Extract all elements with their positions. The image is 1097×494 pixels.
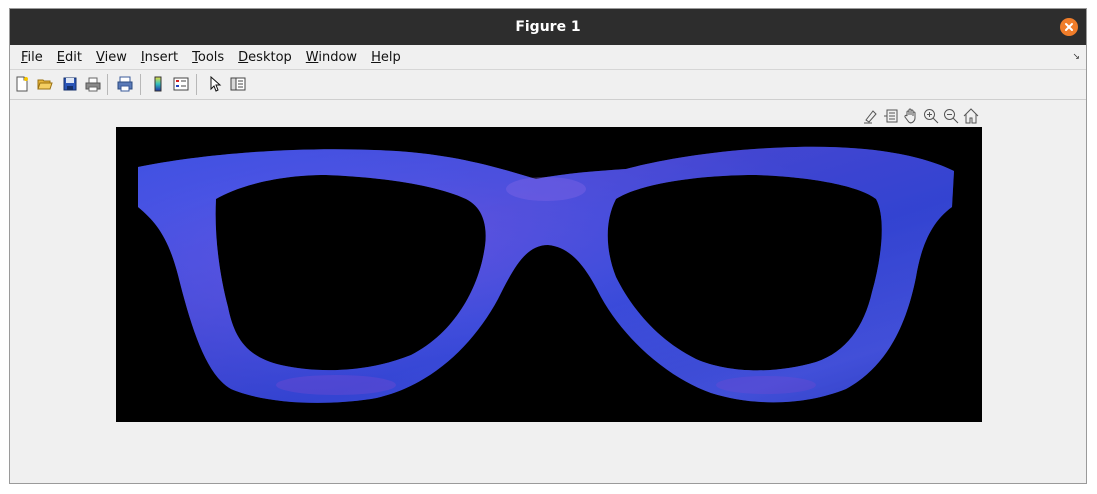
brush-icon[interactable]: [862, 107, 880, 125]
toolbar-separator: [140, 74, 141, 95]
window-title: Figure 1: [515, 19, 581, 35]
data-tips-icon[interactable]: [882, 107, 900, 125]
property-inspector-icon[interactable]: [229, 75, 247, 93]
menu-view[interactable]: View: [93, 50, 130, 65]
menu-edit[interactable]: Edit: [54, 50, 85, 65]
menu-help[interactable]: Help: [368, 50, 404, 65]
close-icon: [1065, 23, 1073, 31]
close-button[interactable]: [1060, 18, 1078, 36]
pointer-icon[interactable]: [206, 75, 224, 93]
menu-insert[interactable]: Insert: [138, 50, 181, 65]
dock-arrow-icon[interactable]: ↘: [1072, 52, 1080, 62]
print-icon[interactable]: [84, 75, 102, 93]
pan-icon[interactable]: [902, 107, 920, 125]
zoom-in-icon[interactable]: [922, 107, 940, 125]
figure-window: Figure 1 File Edit View Insert Tools Des…: [9, 8, 1087, 484]
menu-tools[interactable]: Tools: [189, 50, 227, 65]
save-icon[interactable]: [61, 75, 79, 93]
menu-file[interactable]: File: [18, 50, 46, 65]
new-figure-icon[interactable]: [13, 75, 31, 93]
glasses-image: [138, 146, 954, 403]
legend-icon[interactable]: [172, 75, 190, 93]
home-icon[interactable]: [962, 107, 980, 125]
print-preview-icon[interactable]: [116, 75, 134, 93]
axes-toolbar: [862, 107, 984, 125]
menu-bar: File Edit View Insert Tools Desktop Wind…: [10, 45, 1086, 70]
toolbar-separator: [107, 74, 108, 95]
image-axes[interactable]: [116, 127, 982, 422]
zoom-out-icon[interactable]: [942, 107, 960, 125]
toolbar-separator: [196, 74, 197, 95]
open-file-icon[interactable]: [36, 75, 54, 93]
colorbar-icon[interactable]: [149, 75, 167, 93]
title-bar[interactable]: Figure 1: [10, 9, 1086, 45]
menu-window[interactable]: Window: [303, 50, 360, 65]
menu-desktop[interactable]: Desktop: [235, 50, 295, 65]
figure-toolbar: [10, 70, 1086, 100]
